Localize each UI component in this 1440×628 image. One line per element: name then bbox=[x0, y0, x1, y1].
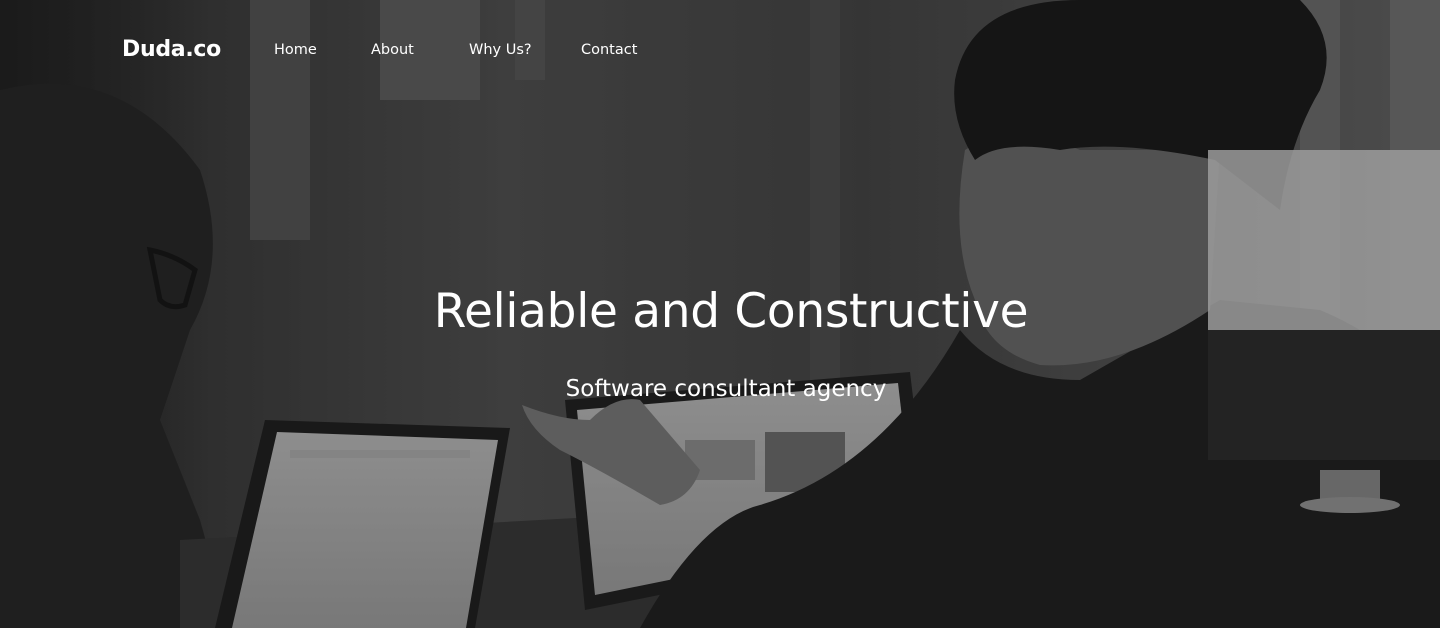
nav-link-home[interactable]: Home bbox=[274, 42, 317, 58]
hero-headline: Reliable and Constructive bbox=[433, 284, 1029, 339]
nav-link-about[interactable]: About bbox=[371, 42, 414, 58]
nav-link-contact[interactable]: Contact bbox=[581, 42, 637, 58]
hero-section: Duda.co Home About Why Us? Contact Relia… bbox=[0, 0, 1440, 628]
brand-logo[interactable]: Duda.co bbox=[122, 37, 221, 62]
nav-link-why-us[interactable]: Why Us? bbox=[469, 42, 532, 58]
hero-subheadline: Software consultant agency bbox=[565, 376, 887, 402]
top-navigation: Duda.co Home About Why Us? Contact bbox=[0, 0, 1440, 100]
